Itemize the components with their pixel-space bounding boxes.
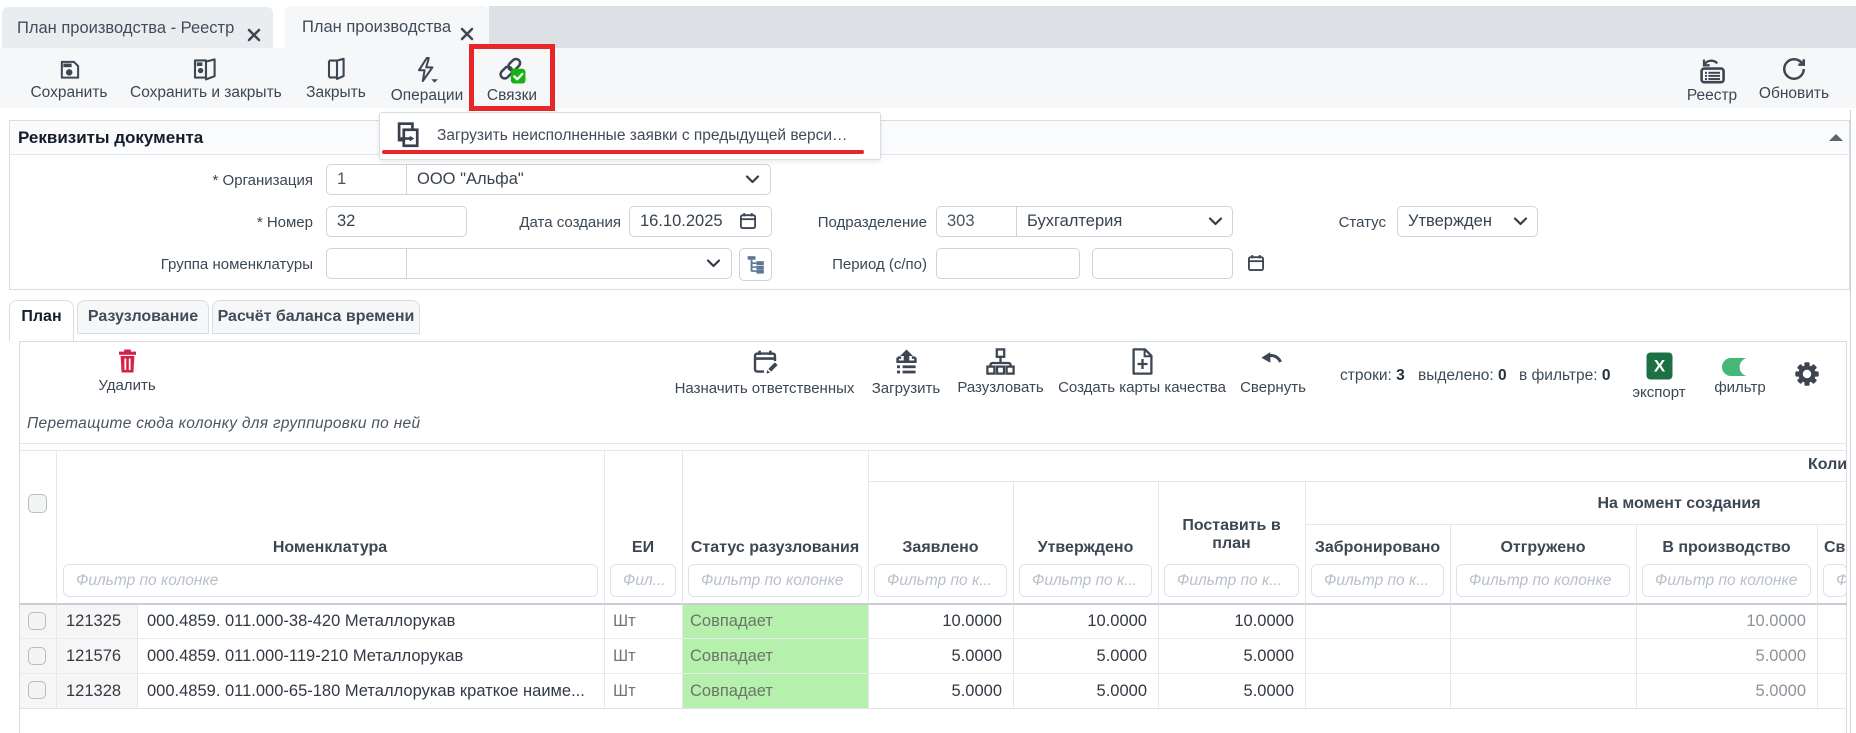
svg-text:X: X [1653,357,1665,376]
